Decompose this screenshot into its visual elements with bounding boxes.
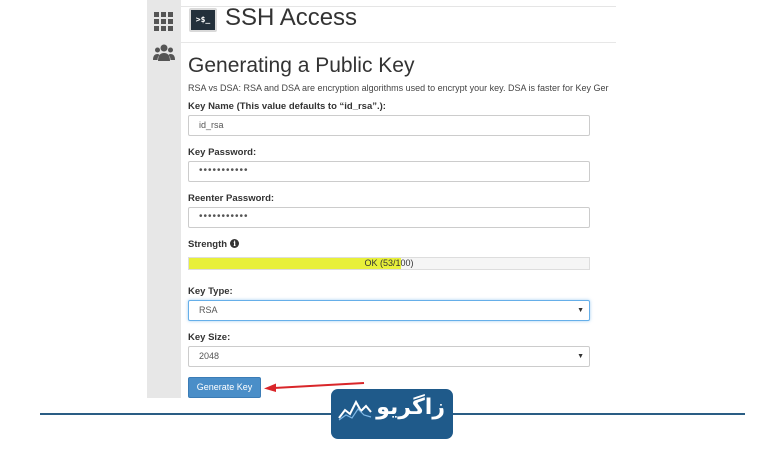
sidebar (147, 0, 181, 398)
key-password-label: Key Password: (188, 147, 257, 158)
key-password-input[interactable]: ••••••••••• (188, 161, 590, 182)
watermark-text: زاگریو (376, 395, 445, 420)
key-size-select[interactable]: 2048 ▼ (188, 346, 590, 367)
key-size-label: Key Size: (188, 332, 231, 343)
key-type-label: Key Type: (188, 286, 233, 297)
key-name-label: Key Name (This value defaults to “id_rsa… (188, 101, 386, 112)
chart-graph-icon (338, 399, 372, 421)
users-icon[interactable] (153, 42, 175, 64)
page-title: SSH Access (225, 4, 358, 31)
key-name-input[interactable]: id_rsa (188, 115, 590, 136)
key-size-value: 2048 (199, 351, 220, 361)
watermark-logo: زاگریو (331, 389, 453, 439)
reenter-password-label: Reenter Password: (188, 193, 275, 204)
key-type-value: RSA (199, 305, 218, 315)
strength-label: Strength (188, 239, 228, 250)
reenter-password-input[interactable]: ••••••••••• (188, 207, 590, 228)
main-content: >$_ SSH Access Generating a Public Key R… (181, 0, 616, 398)
screenshot: >$_ SSH Access Generating a Public Key R… (0, 0, 784, 450)
chevron-down-icon: ▼ (577, 353, 584, 360)
key-type-select[interactable]: RSA ▼ (188, 300, 590, 321)
section-title: Generating a Public Key (188, 54, 415, 77)
strength-meter: OK (53/100) (188, 257, 590, 270)
description-text: RSA vs DSA: RSA and DSA are encryption a… (188, 83, 609, 93)
chevron-down-icon: ▼ (577, 307, 584, 314)
info-icon[interactable]: i (230, 239, 240, 248)
strength-label-row: Strength i (188, 239, 240, 250)
title-divider (181, 42, 616, 43)
terminal-icon: >$_ (189, 8, 217, 32)
grid-icon[interactable] (153, 10, 175, 32)
strength-meter-text: OK (53/100) (364, 258, 414, 268)
generate-key-button[interactable]: Generate Key (188, 377, 261, 398)
